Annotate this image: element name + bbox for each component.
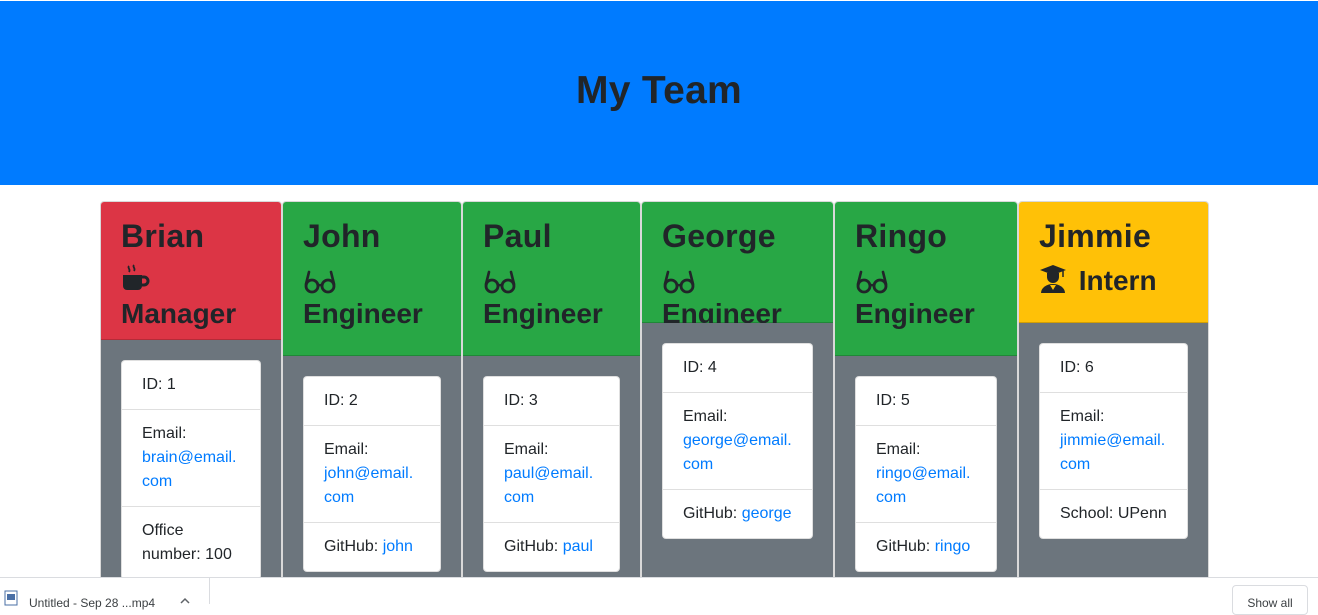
email-item: Email: john@email.com bbox=[304, 426, 440, 523]
email-label: Email: bbox=[1060, 408, 1105, 425]
employee-card: Ringo Engineer ID: 5 Email: ringo@email.… bbox=[834, 201, 1018, 581]
school-item: School: UPenn bbox=[1060, 505, 1167, 522]
role-label: Engineer bbox=[303, 298, 423, 329]
employee-role: Engineer bbox=[855, 264, 997, 330]
card-header: Ringo Engineer bbox=[835, 202, 1017, 356]
id-item: ID: 4 bbox=[663, 344, 812, 393]
employee-card: John Engineer ID: 2 Email: john@email.co… bbox=[282, 201, 462, 581]
github-link[interactable]: paul bbox=[563, 538, 593, 555]
employee-card: Brian Manager ID: 1 Email: brain@email.c… bbox=[100, 201, 282, 581]
email-item: Email: george@email.com bbox=[663, 393, 812, 490]
employee-name: John bbox=[303, 218, 381, 254]
employee-name: Paul bbox=[483, 218, 552, 254]
employee-card: Jimmie Intern ID: 6 Email: jimmie@email.… bbox=[1018, 201, 1209, 581]
show-all-button[interactable]: Show all bbox=[1232, 585, 1308, 615]
email-link[interactable]: george@email.com bbox=[683, 432, 792, 473]
office-number-item: Office number: 100 bbox=[142, 522, 232, 563]
info-list: ID: 1 Email: brain@email.com Office numb… bbox=[121, 360, 261, 580]
graduate-icon bbox=[1039, 265, 1071, 296]
employee-name: Ringo bbox=[855, 218, 948, 254]
email-label: Email: bbox=[142, 425, 187, 442]
info-list: ID: 3 Email: paul@email.com GitHub: paul bbox=[483, 376, 620, 572]
email-item: Email: jimmie@email.com bbox=[1040, 393, 1187, 490]
role-label: Engineer bbox=[483, 298, 603, 329]
github-label: GitHub: bbox=[324, 538, 383, 555]
card-header: John Engineer bbox=[283, 202, 461, 356]
email-label: Email: bbox=[504, 441, 549, 458]
card-body: ID: 3 Email: paul@email.com GitHub: paul bbox=[463, 356, 640, 580]
info-list: ID: 4 Email: george@email.com GitHub: ge… bbox=[662, 343, 813, 539]
role-label: Engineer bbox=[855, 298, 975, 329]
employee-role: Engineer bbox=[662, 264, 813, 330]
download-item[interactable]: Untitled - Sep 28 ...mp4 bbox=[0, 578, 210, 610]
id-item: ID: 1 bbox=[122, 361, 260, 410]
id-item: ID: 3 bbox=[484, 377, 619, 426]
info-list: ID: 5 Email: ringo@email.com GitHub: rin… bbox=[855, 376, 997, 572]
glasses-icon bbox=[483, 265, 521, 296]
card-body: ID: 5 Email: ringo@email.com GitHub: rin… bbox=[835, 356, 1017, 580]
email-link[interactable]: jimmie@email.com bbox=[1060, 432, 1165, 473]
employee-card: George Engineer ID: 4 Email: george@emai… bbox=[641, 201, 834, 581]
card-header: Paul Engineer bbox=[463, 202, 640, 356]
github-item: GitHub: paul bbox=[484, 523, 619, 571]
card-body: ID: 6 Email: jimmie@email.com School: UP… bbox=[1019, 323, 1208, 580]
github-link[interactable]: john bbox=[383, 538, 413, 555]
email-item: Email: brain@email.com bbox=[122, 410, 260, 507]
email-item: Email: paul@email.com bbox=[484, 426, 619, 523]
employee-role: Engineer bbox=[483, 264, 620, 330]
card-header: Brian Manager bbox=[101, 202, 281, 340]
role-label: Manager bbox=[121, 298, 237, 329]
role-label: Intern bbox=[1078, 265, 1157, 296]
email-label: Email: bbox=[876, 441, 921, 458]
github-item: GitHub: john bbox=[304, 523, 440, 571]
github-label: GitHub: bbox=[683, 505, 742, 522]
email-item: Email: ringo@email.com bbox=[856, 426, 996, 523]
github-link[interactable]: ringo bbox=[935, 538, 971, 555]
card-header: George Engineer bbox=[642, 202, 833, 329]
card-header: Jimmie Intern bbox=[1019, 202, 1208, 323]
card-body: ID: 4 Email: george@email.com GitHub: ge… bbox=[642, 323, 833, 580]
employee-role: Intern bbox=[1039, 264, 1188, 297]
id-item: ID: 6 bbox=[1040, 344, 1187, 393]
glasses-icon bbox=[855, 265, 893, 296]
info-list: ID: 6 Email: jimmie@email.com School: UP… bbox=[1039, 343, 1188, 539]
download-filename: Untitled - Sep 28 ...mp4 bbox=[29, 596, 156, 610]
employee-card: Paul Engineer ID: 3 Email: paul@email.co… bbox=[462, 201, 641, 581]
id-item: ID: 5 bbox=[856, 377, 996, 426]
email-link[interactable]: john@email.com bbox=[324, 465, 413, 506]
card-body: ID: 2 Email: john@email.com GitHub: john bbox=[283, 356, 461, 580]
employee-name: Brian bbox=[121, 218, 205, 254]
employee-name: George bbox=[662, 218, 776, 254]
employee-name: Jimmie bbox=[1039, 218, 1152, 254]
id-item: ID: 2 bbox=[304, 377, 440, 426]
email-label: Email: bbox=[324, 441, 369, 458]
github-item: GitHub: george bbox=[663, 490, 812, 538]
employee-role: Engineer bbox=[303, 264, 441, 330]
email-link[interactable]: brain@email.com bbox=[142, 449, 237, 490]
chevron-up-icon[interactable] bbox=[180, 594, 190, 608]
github-label: GitHub: bbox=[504, 538, 563, 555]
github-link[interactable]: george bbox=[742, 505, 792, 522]
email-link[interactable]: paul@email.com bbox=[504, 465, 593, 506]
glasses-icon bbox=[303, 265, 341, 296]
github-item: GitHub: ringo bbox=[856, 523, 996, 571]
github-label: GitHub: bbox=[876, 538, 935, 555]
glasses-icon bbox=[662, 265, 700, 296]
coffee-icon bbox=[121, 264, 155, 296]
card-body: ID: 1 Email: brain@email.com Office numb… bbox=[101, 340, 281, 580]
employee-role: Manager bbox=[121, 264, 261, 330]
file-icon bbox=[4, 590, 18, 609]
header-jumbotron: My Team bbox=[0, 0, 1318, 185]
info-list: ID: 2 Email: john@email.com GitHub: john bbox=[303, 376, 441, 572]
page-title: My Team bbox=[575, 69, 743, 112]
email-label: Email: bbox=[683, 408, 728, 425]
email-link[interactable]: ringo@email.com bbox=[876, 465, 971, 506]
download-bar: Untitled - Sep 28 ...mp4 Show all bbox=[0, 577, 1318, 615]
